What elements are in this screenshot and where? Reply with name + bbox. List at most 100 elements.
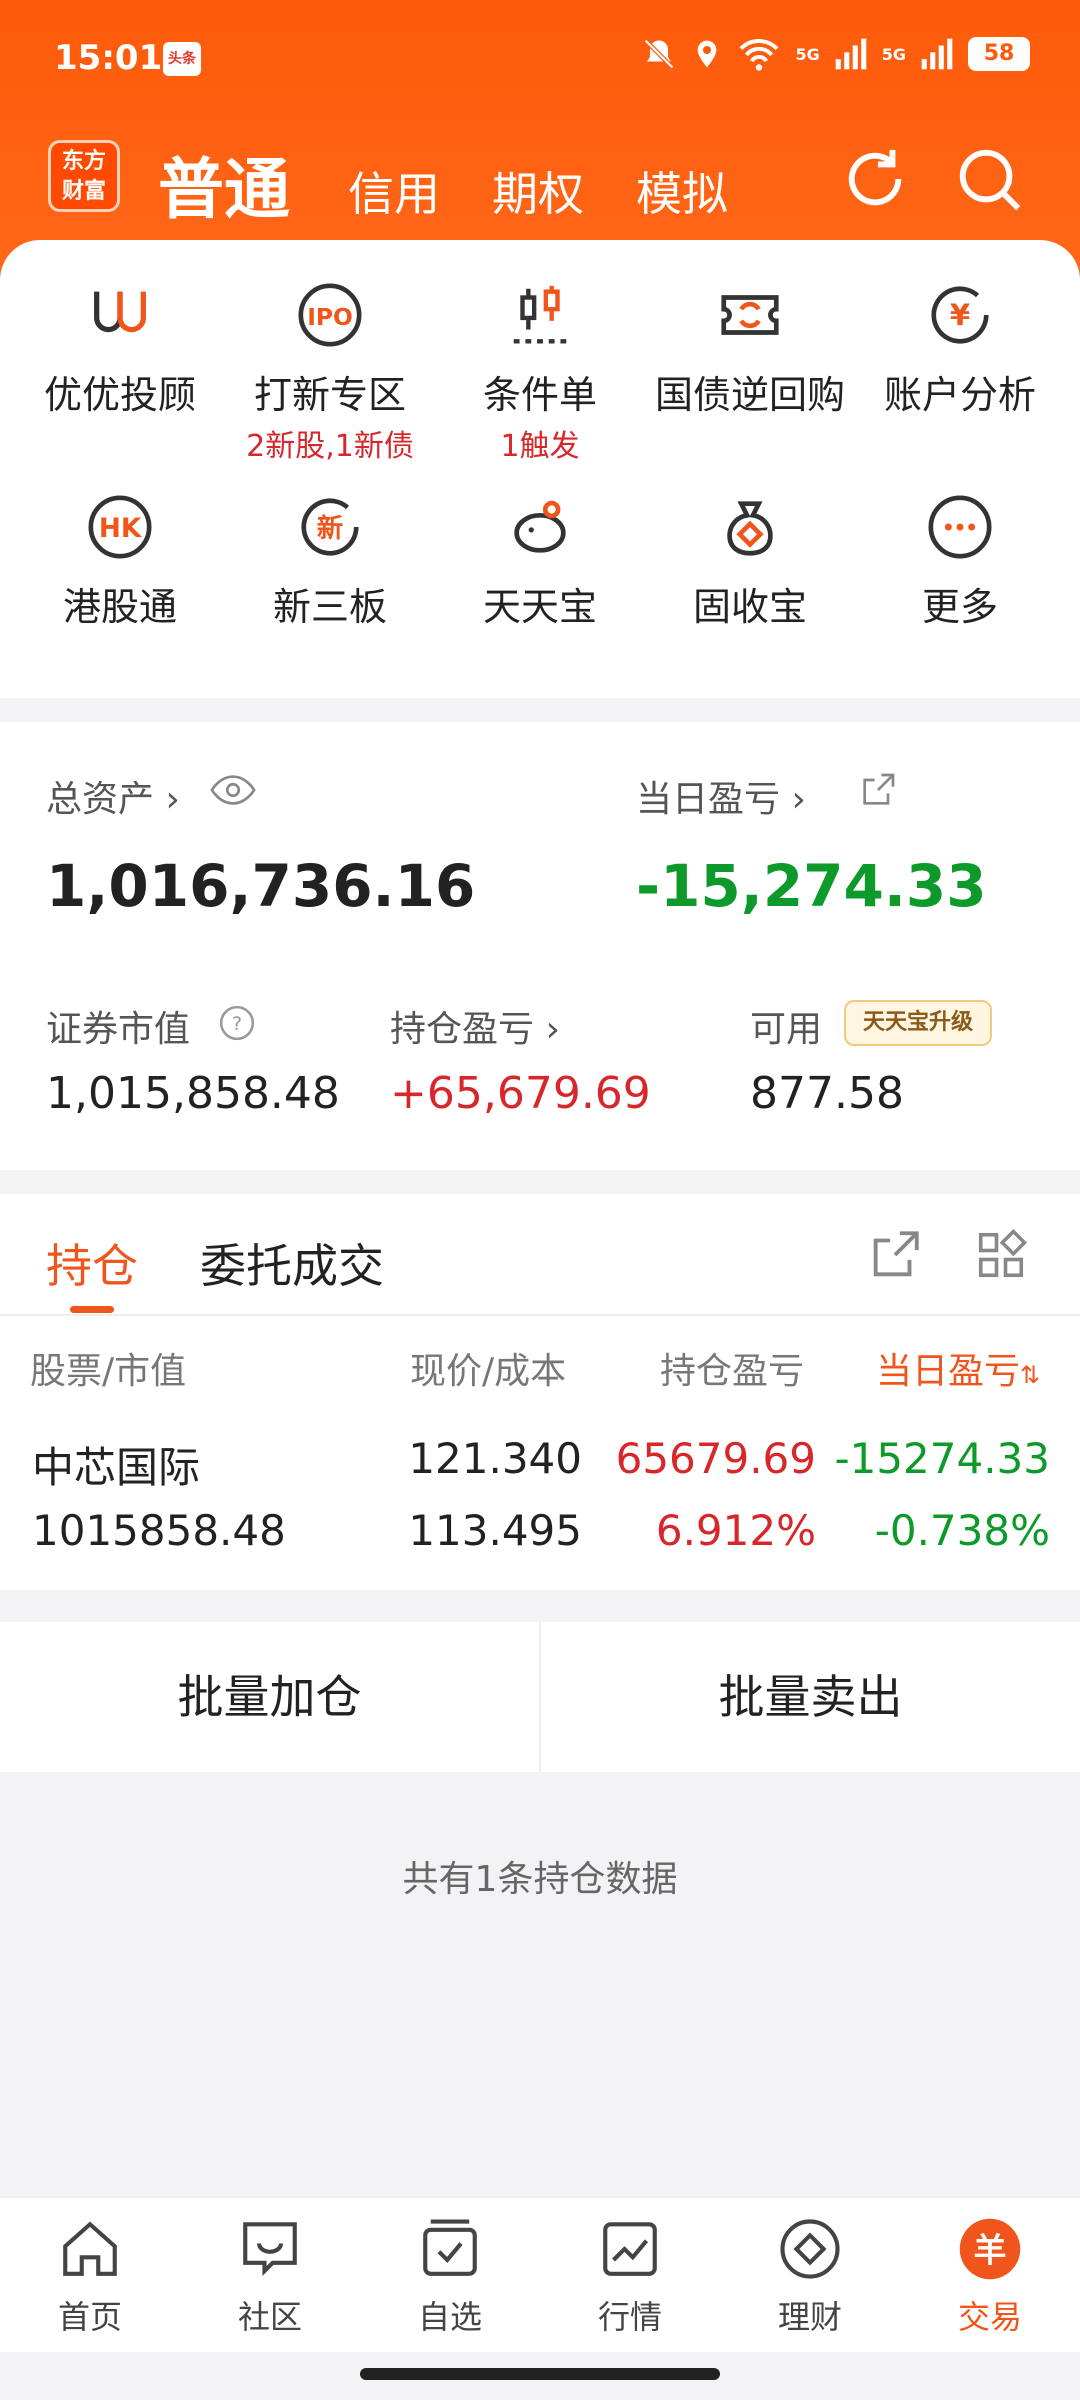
col-price-cost: 现价/成本 <box>410 1351 567 1392</box>
stock-price: 121.340 <box>408 1434 582 1483</box>
logo-line-2: 财富 <box>61 179 106 204</box>
grid-view-icon[interactable] <box>974 1228 1028 1282</box>
more-dots-icon <box>928 495 992 559</box>
status-bar: 15:01 头条 5G 5G 58 <box>0 0 1080 120</box>
search-icon[interactable] <box>954 144 1024 214</box>
total-assets-link[interactable]: 总资产 › <box>46 770 180 822</box>
ipo-icon: IPO <box>298 283 362 347</box>
total-assets-value: 1,016,736.16 <box>46 852 476 920</box>
eye-icon[interactable] <box>210 774 256 806</box>
new-board-icon: 新 <box>301 498 359 556</box>
available-label: 可用 <box>750 1009 823 1050</box>
nav-watchlist[interactable]: 自选 <box>360 2216 540 2338</box>
menu-item-reverse-repo[interactable]: 国债逆回购 <box>642 280 858 419</box>
position-pl-link[interactable]: 持仓盈亏 › <box>390 1000 560 1052</box>
candlestick-icon <box>513 285 567 344</box>
nav-home[interactable]: 首页 <box>0 2216 180 2338</box>
nav-label: 首页 <box>57 2298 122 2336</box>
location-icon <box>698 40 717 68</box>
stock-position-pl: 65679.69 <box>615 1434 816 1483</box>
table-row[interactable]: 中芯国际 1015858.48 121.340 113.495 65679.69… <box>0 1434 1080 1574</box>
news-app-icon: 头条 <box>163 42 201 76</box>
diamond-circle-icon <box>780 2219 840 2279</box>
export-icon[interactable] <box>866 1226 924 1284</box>
nav-label: 理财 <box>777 2298 842 2336</box>
menu-sub: 1触发 <box>500 429 580 464</box>
menu-item-hk-connect[interactable]: HK 港股通 <box>12 492 228 631</box>
nav-label: 自选 <box>417 2298 482 2336</box>
menu-item-conditional-order[interactable]: 条件单 1触发 <box>432 280 648 465</box>
batch-add-button[interactable]: 批量加仓 <box>0 1622 539 1772</box>
menu-label: 固收宝 <box>692 585 807 629</box>
stock-position-pl-pct: 6.912% <box>655 1506 816 1555</box>
menu-item-more[interactable]: 更多 <box>852 492 1068 631</box>
checklist-icon <box>423 2219 477 2276</box>
menu-label: 港股通 <box>62 585 177 629</box>
menu-label: 优优投顾 <box>43 373 196 417</box>
tab-orders[interactable]: 委托成交 <box>200 1230 384 1296</box>
help-icon[interactable]: ? <box>218 1004 256 1042</box>
svg-text:?: ? <box>232 1013 242 1035</box>
signal-5g-label-1: 5G <box>795 44 820 64</box>
ticket-repo-icon <box>721 295 779 335</box>
menu-label: 打新专区 <box>253 373 406 417</box>
col-position-pl: 持仓盈亏 <box>660 1351 805 1392</box>
positions-count-text: 共有1条持仓数据 <box>402 1859 678 1900</box>
trade-active-icon: 羊 <box>959 2218 1021 2280</box>
col-daily-pl-label: 当日盈亏 <box>876 1351 1021 1392</box>
nav-label: 社区 <box>237 2298 302 2336</box>
stock-cost: 113.495 <box>408 1506 582 1555</box>
col-daily-pl-sort[interactable]: 当日盈亏⇅ <box>876 1342 1040 1394</box>
trade-icon-text: 羊 <box>974 2230 1007 2269</box>
position-pl-label: 持仓盈亏 <box>390 1009 535 1050</box>
batch-actions: 批量加仓 批量卖出 <box>0 1622 1080 1772</box>
piggy-bank-icon <box>514 500 566 553</box>
available-value: 877.58 <box>750 1068 904 1119</box>
mute-icon <box>644 38 675 70</box>
positions-panel: 持仓 委托成交 股票/市值 现价/成本 持仓盈亏 当日盈亏⇅ 中芯国际 1015… <box>0 1194 1080 1590</box>
tab-holdings[interactable]: 持仓 <box>46 1230 138 1296</box>
menu-label: 新三板 <box>272 585 387 629</box>
nav-community[interactable]: 社区 <box>180 2216 360 2338</box>
account-type-tabs: 东方 财富 普通 信用 期权 模拟 <box>0 120 1080 240</box>
wifi-icon <box>740 39 779 71</box>
tab-options[interactable]: 期权 <box>492 158 584 224</box>
sort-arrow-icon: ⇅ <box>1020 1361 1041 1389</box>
daily-pl-link[interactable]: 当日盈亏 › <box>636 770 806 822</box>
stock-daily-pl: -15274.33 <box>834 1434 1050 1483</box>
position-pl-value: +65,679.69 <box>390 1068 651 1119</box>
menu-item-gushoubao[interactable]: 固收宝 <box>642 492 858 631</box>
tab-divider <box>0 1314 1080 1316</box>
chat-bubble-icon <box>243 2222 297 2276</box>
stock-market-value: 1015858.48 <box>32 1506 286 1555</box>
tab-simulation[interactable]: 模拟 <box>636 158 728 224</box>
menu-item-neeq[interactable]: 新 新三板 <box>222 492 438 631</box>
refresh-icon[interactable] <box>840 144 910 214</box>
bottom-nav: 首页 社区 自选 行情 理财 羊 交易 <box>0 2196 1080 2352</box>
menu-label: 天天宝 <box>482 585 597 629</box>
money-bag-icon <box>727 501 773 556</box>
advisor-u-icon <box>94 291 146 333</box>
nav-trade[interactable]: 羊 交易 <box>900 2216 1080 2338</box>
brand-logo: 东方 财富 <box>48 140 120 212</box>
col-stock-market-value: 股票/市值 <box>30 1351 187 1392</box>
line-chart-icon <box>603 2222 657 2276</box>
share-link-icon[interactable] <box>858 770 898 810</box>
daily-pl-label: 当日盈亏 <box>636 779 781 820</box>
menu-item-youyou-advisor[interactable]: 优优投顾 <box>12 280 228 419</box>
daily-pl-value: -15,274.33 <box>636 852 987 920</box>
hk-icon: HK <box>88 495 152 559</box>
menu-item-account-analysis[interactable]: ¥ 账户分析 <box>852 280 1068 419</box>
nav-market[interactable]: 行情 <box>540 2216 720 2338</box>
menu-item-tiantianbao[interactable]: 天天宝 <box>432 492 648 631</box>
tab-normal[interactable]: 普通 <box>158 136 290 232</box>
battery-indicator: 58 <box>968 37 1030 71</box>
nav-wealth[interactable]: 理财 <box>720 2216 900 2338</box>
batch-sell-button[interactable]: 批量卖出 <box>541 1622 1080 1772</box>
tab-credit[interactable]: 信用 <box>348 158 440 224</box>
nav-label: 行情 <box>597 2298 662 2336</box>
menu-item-ipo[interactable]: IPO 打新专区 2新股,1新债 <box>222 280 438 465</box>
tiantianbao-upgrade-badge[interactable]: 天天宝升级 <box>844 1000 992 1046</box>
active-tab-indicator <box>70 1306 114 1313</box>
asset-summary: 总资产 › 1,016,736.16 当日盈亏 › -15,274.33 证券市… <box>0 722 1080 1170</box>
